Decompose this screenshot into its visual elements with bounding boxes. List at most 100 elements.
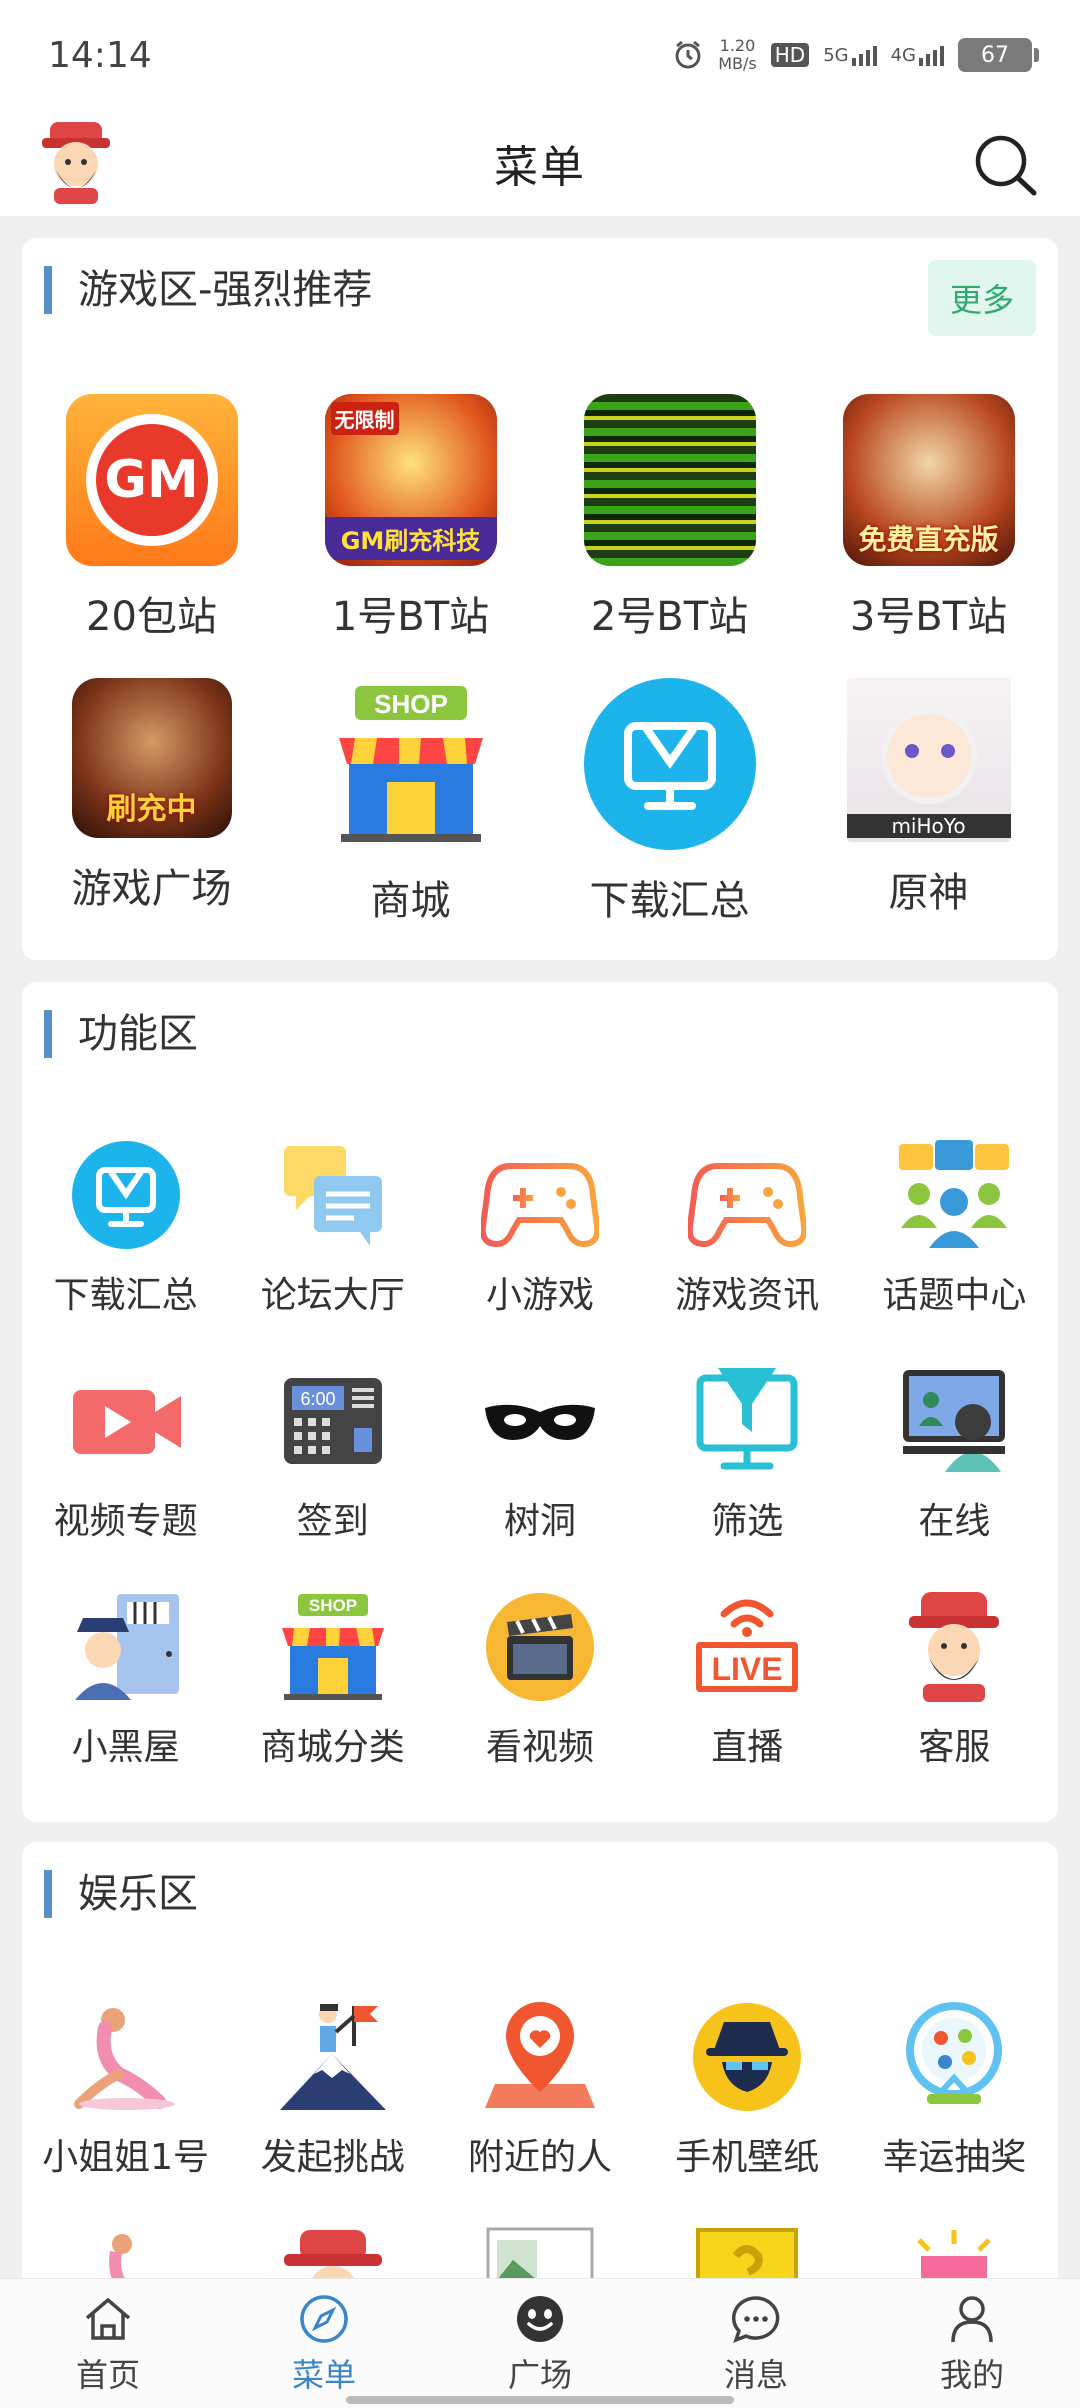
func-label: 签到 (296, 1501, 369, 1542)
topic-people-icon (899, 1140, 1010, 1248)
game-item-bt1[interactable]: 无限制 GM刷充科技 1号BT站 (281, 394, 540, 642)
entertainment-section: 娱乐区 小姐姐1号 发起挑战 附近的人 手机壁纸 幸运抽奖 (22, 1842, 1058, 2302)
svg-text:SHOP: SHOP (374, 689, 448, 719)
section-title: 娱乐区 (44, 1870, 198, 1918)
func-blackroom[interactable]: 小黑屋 (22, 1588, 229, 1770)
entertainment-grid: 小姐姐1号 发起挑战 附近的人 手机壁纸 幸运抽奖 (22, 1998, 1058, 2180)
section-header: 功能区 (22, 982, 1058, 1092)
func-label: 视频专题 (53, 1501, 198, 1542)
tab-messages[interactable]: 消息 (648, 2279, 864, 2408)
game-item-genshin[interactable]: miHoYo 原神 (799, 678, 1058, 926)
game-grid: GM 20包站 无限制 GM刷充科技 1号BT站 2号BT站 免费直充版 3号B… (22, 394, 1058, 926)
yoga-icon (73, 2008, 175, 2110)
func-filter[interactable]: 筛选 (644, 1362, 851, 1544)
filter-monitor-icon (696, 1368, 798, 1470)
func-news[interactable]: 游戏资讯 (644, 1136, 851, 1318)
section-title: 功能区 (44, 1010, 198, 1058)
func-label: 商城分类 (260, 1727, 405, 1768)
func-checkin[interactable]: 6:00 签到 (229, 1362, 436, 1544)
func-label: 看视频 (485, 1727, 594, 1768)
game-item-bt2[interactable]: 2号BT站 (540, 394, 799, 642)
god-of-wealth-icon (909, 1592, 1000, 1702)
glitch-game-icon (583, 394, 756, 566)
func-label: 树洞 (503, 1501, 576, 1542)
game-item-label: 2号BT站 (590, 594, 749, 640)
alarm-icon (675, 40, 701, 69)
function-section: 功能区 下载汇总 论坛大厅 小游戏 游戏资讯 话题中心 视频专题 6:00 签到… (22, 982, 1058, 1822)
net-speed: 1.20 MB/s (718, 36, 757, 73)
more-button[interactable]: 更多 (928, 260, 1036, 336)
ent-nearby[interactable]: 附近的人 (436, 1998, 643, 2180)
online-monitor-icon (903, 1370, 1006, 1472)
ent-label: 幸运抽奖 (882, 2137, 1027, 2178)
func-forum[interactable]: 论坛大厅 (229, 1136, 436, 1318)
location-heart-icon (484, 2002, 595, 2108)
func-label: 直播 (711, 1727, 784, 1768)
ent-wallpaper[interactable]: 手机壁纸 (644, 1998, 851, 2180)
func-download[interactable]: 下载汇总 (22, 1136, 229, 1318)
game-item-download[interactable]: 下载汇总 (540, 678, 799, 926)
game-item-20[interactable]: GM 20包站 (22, 394, 281, 642)
clapperboard-icon (485, 1593, 594, 1701)
func-label: 筛选 (711, 1501, 784, 1542)
func-topic[interactable]: 话题中心 (851, 1136, 1058, 1318)
func-customer-service[interactable]: 客服 (851, 1588, 1058, 1770)
spy-icon (693, 2003, 802, 2111)
func-label: 小黑屋 (71, 1727, 180, 1768)
compass-icon (300, 2294, 348, 2343)
section-header: 娱乐区 (22, 1842, 1058, 1952)
battery-icon: 67 (958, 38, 1039, 72)
user-icon (951, 2295, 993, 2342)
video-camera-icon (72, 1390, 181, 1454)
game-item-shop[interactable]: SHOP 商城 (281, 678, 540, 926)
func-shop-category[interactable]: SHOP 商城分类 (229, 1588, 436, 1770)
genshin-icon: miHoYo (846, 678, 1011, 842)
func-online[interactable]: 在线 (851, 1362, 1058, 1544)
ent-label: 手机壁纸 (675, 2137, 820, 2178)
network-4g: 4G (891, 44, 944, 66)
live-icon: LIVE (696, 1599, 799, 1692)
function-grid: 下载汇总 论坛大厅 小游戏 游戏资讯 话题中心 视频专题 6:00 签到 树洞 (22, 1136, 1058, 1770)
status-bar: 14:14 1.20 MB/s HD 5G 4G 67 (0, 0, 1080, 110)
gamepad-icon (688, 1163, 807, 1248)
tab-label: 首页 (75, 2355, 140, 2394)
status-time: 14:14 (48, 34, 152, 76)
page-title: 菜单 (494, 142, 586, 193)
func-watch-video[interactable]: 看视频 (436, 1588, 643, 1770)
summit-flag-icon (279, 2004, 386, 2110)
home-indicator[interactable] (346, 2396, 734, 2404)
ent-yoga[interactable]: 小姐姐1号 (22, 1998, 229, 2180)
game-section: 游戏区-强烈推荐 更多 GM 20包站 无限制 GM刷充科技 1号BT站 2号B… (22, 238, 1058, 960)
ent-lottery[interactable]: 幸运抽奖 (851, 1998, 1058, 2180)
func-treehole[interactable]: 树洞 (436, 1362, 643, 1544)
game-item-label: 原神 (888, 870, 969, 916)
tab-label: 我的 (939, 2355, 1004, 2394)
ent-challenge[interactable]: 发起挑战 (229, 1998, 436, 2180)
game-item-label: 游戏广场 (71, 866, 232, 912)
section-title: 游戏区-强烈推荐 (44, 266, 372, 314)
shop-icon: SHOP (338, 686, 483, 842)
game-item-plaza[interactable]: 刷充中 游戏广场 (22, 678, 281, 926)
func-live[interactable]: LIVE 直播 (644, 1588, 851, 1770)
svg-text:SHOP: SHOP (309, 1596, 357, 1615)
tab-plaza[interactable]: 广场 (432, 2279, 648, 2408)
tab-menu[interactable]: 菜单 (216, 2279, 432, 2408)
tab-label: 广场 (507, 2355, 572, 2394)
download-summary-icon (583, 678, 756, 850)
gm-icon: GM (65, 394, 238, 566)
tab-profile[interactable]: 我的 (864, 2279, 1080, 2408)
game-item-bt3[interactable]: 免费直充版 3号BT站 (799, 394, 1058, 642)
func-label: 论坛大厅 (260, 1275, 405, 1316)
home-icon (85, 2297, 131, 2340)
tab-home[interactable]: 首页 (0, 2279, 216, 2408)
func-label: 客服 (918, 1727, 991, 1768)
status-icons: 1.20 MB/s HD 5G 4G 67 (672, 36, 1039, 73)
func-video[interactable]: 视频专题 (22, 1362, 229, 1544)
app-header: 菜单 (0, 110, 1080, 216)
message-icon (731, 2295, 780, 2343)
signal-icon (851, 44, 877, 66)
mask-icon (484, 1404, 595, 1440)
func-minigame[interactable]: 小游戏 (436, 1136, 643, 1318)
search-icon[interactable] (970, 130, 1040, 200)
avatar[interactable] (32, 118, 120, 206)
